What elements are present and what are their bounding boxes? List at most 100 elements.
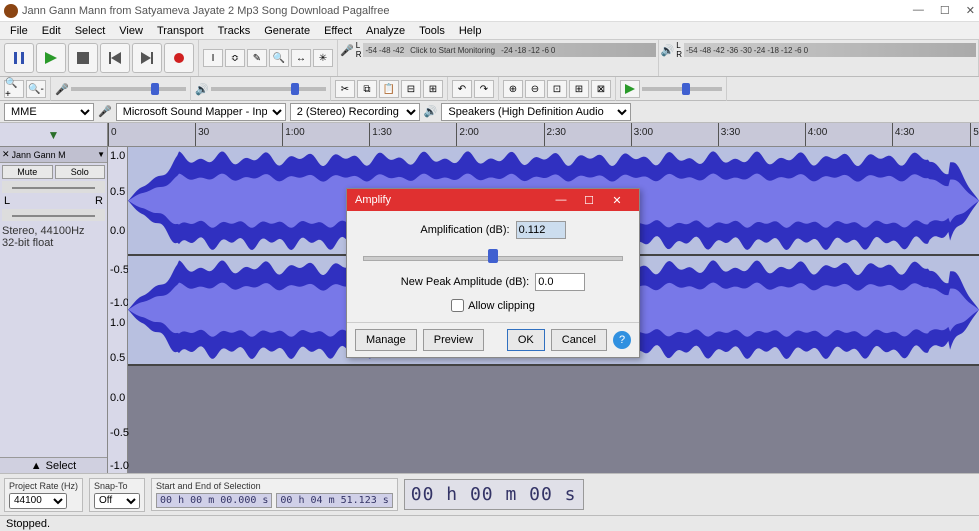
silence-button[interactable]: ⊞ [423, 80, 443, 98]
manage-button[interactable]: Manage [355, 329, 417, 351]
mute-button[interactable]: Mute [2, 165, 53, 179]
skip-start-button[interactable] [100, 43, 130, 73]
menu-bar: File Edit Select View Transport Tracks G… [0, 22, 979, 40]
envelope-tool[interactable]: ≎ [225, 49, 245, 67]
menu-view[interactable]: View [113, 24, 149, 38]
amplification-label: Amplification (dB): [420, 224, 509, 236]
snap-to-select[interactable]: Off [94, 493, 140, 509]
rec-meter-hint: Click to Start Monitoring [406, 46, 499, 55]
minimize-button[interactable]: — [913, 4, 924, 17]
allow-clipping-checkbox[interactable] [451, 299, 464, 312]
trim-button[interactable]: ⊟ [401, 80, 421, 98]
draw-tool[interactable]: ✎ [247, 49, 267, 67]
undo-button[interactable]: ↶ [452, 80, 472, 98]
paste-button[interactable]: 📋 [379, 80, 399, 98]
status-bar: Stopped. [0, 515, 979, 531]
preview-button[interactable]: Preview [423, 329, 484, 351]
input-device-select[interactable]: Microsoft Sound Mapper - Input [116, 103, 286, 121]
fit-project-button[interactable]: ⊞ [569, 80, 589, 98]
channels-select[interactable]: 2 (Stereo) Recording Chann [290, 103, 420, 121]
zoom-toggle-button[interactable]: ⊠ [591, 80, 611, 98]
track-select-button[interactable]: ▲Select [0, 457, 107, 473]
copy-button[interactable]: ⧉ [357, 80, 377, 98]
track-name: Jann Gann M [12, 150, 96, 160]
status-text: Stopped. [6, 518, 50, 530]
gain-slider[interactable] [2, 181, 105, 193]
toolbar-row-1: I ≎ ✎ 🔍 ↔ ✳ 🎤 LR -54 -48 -42 Click to St… [0, 40, 979, 77]
play-at-speed-button[interactable] [620, 80, 640, 98]
peak-amplitude-input[interactable] [535, 273, 585, 291]
play-volume-slider[interactable] [211, 87, 326, 91]
track-close-icon[interactable]: ✕ [2, 149, 10, 160]
collapse-icon: ▲ [31, 460, 42, 472]
ruler-tick: 4:00 [805, 123, 827, 146]
menu-analyze[interactable]: Analyze [360, 24, 411, 38]
dialog-title: Amplify [355, 194, 547, 206]
selection-start-input[interactable]: 00 h 00 m 00.000 s [156, 493, 272, 508]
track-menu-icon[interactable]: ▼ [97, 150, 105, 159]
timeline-ruler[interactable]: 0 30 1:00 1:30 2:00 2:30 3:00 3:30 4:00 … [108, 123, 979, 146]
menu-help[interactable]: Help [453, 24, 488, 38]
zoom-out-button[interactable]: ⊖ [525, 80, 545, 98]
dialog-minimize-button[interactable]: — [547, 194, 575, 206]
dialog-close-button[interactable]: ✕ [603, 194, 631, 207]
menu-effect[interactable]: Effect [318, 24, 358, 38]
project-rate-label: Project Rate (Hz) [9, 481, 78, 491]
menu-generate[interactable]: Generate [258, 24, 316, 38]
cut-button[interactable]: ✂ [335, 80, 355, 98]
selection-toolbar: Project Rate (Hz) 44100 Snap-To Off Star… [0, 473, 979, 515]
audio-host-select[interactable]: MME [4, 103, 94, 121]
track-format-info: Stereo, 44100Hz 32-bit float [0, 223, 107, 251]
amplitude-scale: 1.0 0.5 0.0 -0.5 -1.0 1.0 0.5 0.0 -0.5 -… [108, 147, 128, 473]
skip-end-button[interactable] [132, 43, 162, 73]
stop-button[interactable] [68, 43, 98, 73]
ruler-tick: 5:00 [970, 123, 979, 146]
record-button[interactable] [164, 43, 194, 73]
cancel-button[interactable]: Cancel [551, 329, 607, 351]
menu-select[interactable]: Select [69, 24, 112, 38]
track-control-panel: ✕ Jann Gann M ▼ Mute Solo LR Stereo, 441… [0, 147, 108, 473]
multi-tool[interactable]: ✳ [313, 49, 333, 67]
output-device-select[interactable]: Speakers (High Definition Audio [441, 103, 631, 121]
menu-transport[interactable]: Transport [151, 24, 210, 38]
recording-meter[interactable]: -54 -48 -42 Click to Start Monitoring -2… [363, 43, 655, 57]
play-button[interactable] [36, 43, 66, 73]
ok-button[interactable]: OK [507, 329, 545, 351]
zoom-out-tool-icon[interactable]: 🔍- [26, 80, 46, 98]
playback-meter[interactable]: -54 -48 -42 -36 -30 -24 -18 -12 -6 0 [684, 43, 976, 57]
zoom-tool[interactable]: 🔍 [269, 49, 289, 67]
selection-end-input[interactable]: 00 h 04 m 51.123 s [276, 493, 392, 508]
help-icon[interactable]: ? [613, 331, 631, 349]
amplification-slider[interactable] [359, 247, 627, 265]
play-speed-slider[interactable] [642, 87, 722, 91]
menu-edit[interactable]: Edit [36, 24, 67, 38]
device-toolbar: MME 🎤 Microsoft Sound Mapper - Input 2 (… [0, 101, 979, 123]
zoom-in-button[interactable]: ⊕ [503, 80, 523, 98]
selection-mode-label[interactable]: Start and End of Selection [156, 481, 393, 491]
maximize-button[interactable]: ☐ [940, 4, 950, 17]
audio-position-display[interactable]: 00 h 00 m 00 s [404, 479, 584, 510]
pan-slider[interactable] [2, 209, 105, 221]
selection-tool[interactable]: I [203, 49, 223, 67]
menu-file[interactable]: File [4, 24, 34, 38]
dialog-maximize-button[interactable]: ☐ [575, 194, 603, 207]
track-header[interactable]: ✕ Jann Gann M ▼ [0, 147, 107, 163]
zoom-in-tool-icon[interactable]: 🔍+ [4, 80, 24, 98]
speaker-icon: 🔊 [661, 44, 675, 57]
timeline-ruler-row: ▼ 0 30 1:00 1:30 2:00 2:30 3:00 3:30 4:0… [0, 123, 979, 147]
timeshift-tool[interactable]: ↔ [291, 49, 311, 67]
rec-volume-slider[interactable] [71, 87, 186, 91]
empty-track-area[interactable] [108, 366, 979, 473]
close-window-button[interactable]: ✕ [966, 4, 975, 17]
pin-icon[interactable]: ▼ [48, 128, 60, 142]
pause-button[interactable] [4, 43, 34, 73]
dialog-titlebar[interactable]: Amplify — ☐ ✕ [347, 189, 639, 211]
menu-tools[interactable]: Tools [413, 24, 451, 38]
redo-button[interactable]: ↷ [474, 80, 494, 98]
project-rate-select[interactable]: 44100 [9, 493, 67, 509]
solo-button[interactable]: Solo [55, 165, 106, 179]
amplification-input[interactable] [516, 221, 566, 239]
mic-device-icon: 🎤 [98, 105, 112, 118]
menu-tracks[interactable]: Tracks [212, 24, 257, 38]
fit-selection-button[interactable]: ⊡ [547, 80, 567, 98]
